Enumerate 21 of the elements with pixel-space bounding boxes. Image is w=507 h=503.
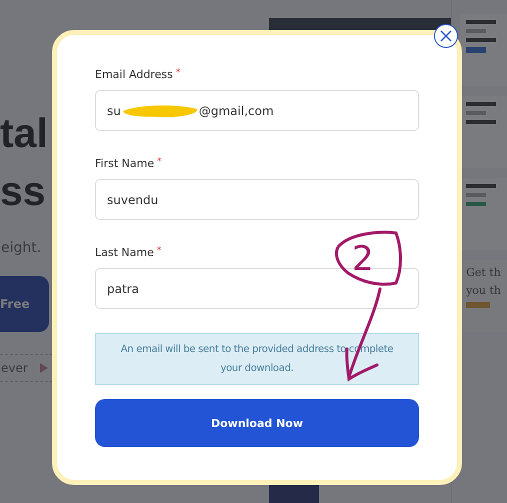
side-card-heading: you th (466, 284, 501, 297)
field-label: Last Name (95, 246, 154, 259)
input-field[interactable]: su @gmail,com (95, 90, 419, 131)
page-subtitle: eight. (1, 240, 42, 256)
page-headline: ss (0, 167, 46, 216)
field-value: suvendu (107, 192, 158, 206)
required-mark: * (157, 157, 162, 169)
input-field[interactable]: suvendu (95, 179, 419, 220)
page-headline: tal (0, 109, 48, 158)
required-mark: * (156, 246, 162, 258)
close-icon (439, 29, 453, 43)
field-label: Email Address (95, 68, 173, 81)
triangle-icon (40, 363, 48, 373)
side-card-heading: Get th (466, 266, 501, 279)
field-value: su (107, 104, 121, 118)
feature-text: ever (1, 361, 28, 375)
required-mark: * (176, 68, 180, 80)
field-label: First Name (95, 157, 154, 170)
download-button[interactable]: Download Now (95, 399, 419, 447)
field-value: patra (107, 282, 139, 296)
field-value: @gmail,com (198, 104, 274, 118)
